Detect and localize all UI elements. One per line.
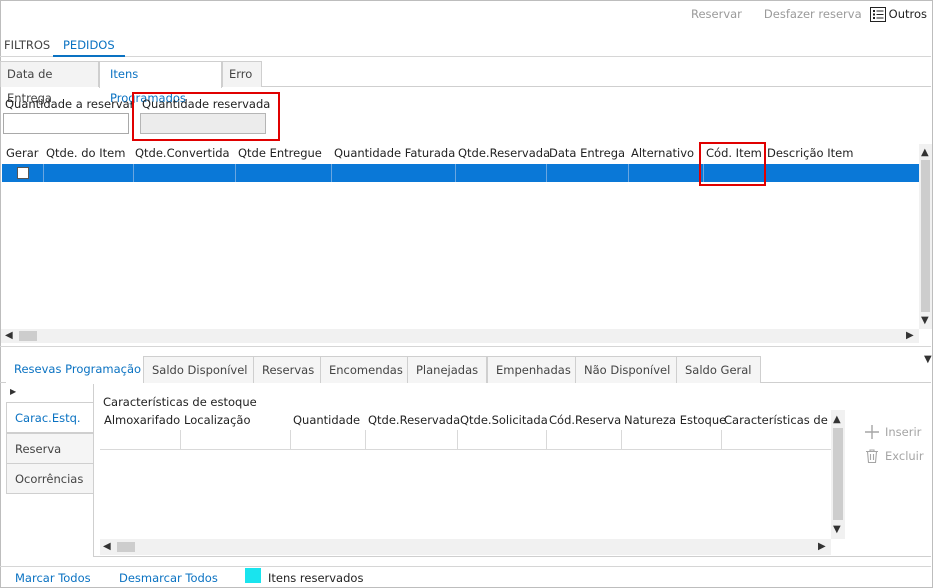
scroll-left-arrow-icon[interactable]: ◀ [103, 541, 111, 553]
tab-saldo-disponivel[interactable]: Saldo Disponível [143, 356, 257, 383]
scroll-right-arrow-icon[interactable]: ▶ [906, 330, 914, 342]
scroll-right-arrow-icon[interactable]: ▶ [818, 541, 826, 553]
col-cod-reserva[interactable]: Cód.Reserva [549, 413, 621, 427]
sub-tab-bar: Data de Entrega Itens Programados Erro [0, 61, 931, 105]
col-caracteristicas[interactable]: Características de E [724, 413, 828, 427]
col-gerar[interactable]: Gerar [6, 146, 39, 160]
section-divider [0, 346, 931, 347]
scroll-down-arrow-icon[interactable]: ▼ [833, 524, 841, 536]
tab-reserva[interactable]: Reserva [6, 433, 94, 464]
cell-divider [43, 164, 44, 182]
grid-header: Gerar Qtde. do Item Qtde.Convertida Qtde… [1, 144, 919, 164]
toolbar: Reservar Desfazer reserva Outros [669, 4, 927, 24]
tab-filtros[interactable]: FILTROS [4, 37, 50, 57]
scroll-down-arrow-icon[interactable]: ▼ [921, 315, 929, 327]
highlight-box-cod-item [699, 142, 766, 186]
scroll-up-arrow-icon[interactable]: ▲ [921, 147, 929, 159]
col-qtde-reservada[interactable]: Qtde.Reservada [368, 413, 460, 427]
reservar-button[interactable]: Reservar [691, 7, 742, 21]
inserir-button[interactable]: Inserir [864, 422, 924, 442]
cell-divider [133, 164, 134, 182]
col-qtde-solicitada[interactable]: Qtde.Solicitada [460, 413, 548, 427]
col-quantidade-faturada[interactable]: Quantidade Faturada [334, 146, 455, 160]
grid2-title: Características de estoque [103, 395, 257, 409]
cell-divider [365, 430, 366, 449]
tab-ocorrencias[interactable]: Ocorrências [6, 463, 94, 494]
tab-nao-disponivel[interactable]: Não Disponível [575, 356, 680, 383]
col-almoxarifado[interactable]: Almoxarifado [104, 413, 180, 427]
plus-icon [865, 425, 879, 439]
cell-divider [546, 164, 547, 182]
scroll-thumb[interactable] [833, 428, 843, 520]
cell-divider [290, 430, 291, 449]
tab-carac-estq[interactable]: Carac.Estq. [6, 402, 94, 433]
legend-swatch [245, 568, 261, 583]
grid2-horizontal-scrollbar[interactable]: ◀ ▶ [100, 539, 831, 555]
tab-reservas[interactable]: Reservas [253, 356, 324, 383]
cell-divider [721, 430, 722, 449]
side-actions: Inserir Excluir [864, 422, 924, 470]
col-natureza-estoque[interactable]: Natureza Estoque [624, 413, 726, 427]
highlight-box-qtd-reservada [132, 92, 280, 141]
row-divider [100, 449, 831, 450]
desfazer-reserva-button[interactable]: Desfazer reserva [764, 7, 862, 21]
itens-programados-grid: Gerar Qtde. do Item Qtde.Convertida Qtde… [1, 144, 919, 329]
inserir-label: Inserir [885, 425, 922, 439]
tab-planejadas[interactable]: Planejadas [407, 356, 488, 383]
outros-button[interactable]: Outros [869, 6, 927, 22]
col-quantidade[interactable]: Quantidade [293, 413, 360, 427]
tab-empenhadas[interactable]: Empenhadas [487, 356, 580, 383]
desmarcar-todos-link[interactable]: Desmarcar Todos [119, 571, 218, 585]
scroll-thumb[interactable] [19, 331, 37, 341]
top-tab-bar: FILTROS PEDIDOS [0, 34, 931, 57]
qtd-reservar-input[interactable] [3, 113, 129, 134]
col-qtde-reservada[interactable]: Qtde.Reservada [458, 146, 550, 160]
col-alternativo[interactable]: Alternativo [631, 146, 694, 160]
grid2-vertical-scrollbar[interactable]: ▲ ▼ [831, 410, 845, 539]
cell-divider [455, 164, 456, 182]
col-qtde-entregue[interactable]: Qtde Entregue [238, 146, 322, 160]
list-icon [869, 6, 886, 22]
excluir-label: Excluir [885, 449, 924, 463]
col-qtde-convertida[interactable]: Qtde.Convertida [135, 146, 230, 160]
marcar-todos-link[interactable]: Marcar Todos [15, 571, 91, 585]
footer: Marcar Todos Desmarcar Todos Itens reser… [0, 566, 931, 586]
col-qtde-item[interactable]: Qtde. do Item [46, 146, 125, 160]
tab-encomendas[interactable]: Encomendas [320, 356, 412, 383]
bottom-tab-bar: Resevas Programação Saldo Disponível Res… [0, 356, 931, 384]
tab-saldo-geral[interactable]: Saldo Geral [676, 356, 761, 383]
scroll-thumb[interactable] [117, 542, 135, 552]
grid-vertical-scrollbar[interactable]: ▲ ▼ [919, 144, 932, 329]
col-data-entrega[interactable]: Data Entrega [549, 146, 625, 160]
legend-label: Itens reservados [268, 571, 364, 585]
tab-data-de-entrega[interactable]: Data de Entrega [0, 61, 99, 105]
tab-itens-programados[interactable]: Itens Programados [99, 61, 222, 105]
caracteristicas-grid: Almoxarifado Localização Quantidade Qtde… [100, 410, 831, 539]
scroll-thumb[interactable] [921, 160, 930, 312]
grid-horizontal-scrollbar[interactable]: ◀ ▶ [1, 329, 919, 343]
cell-divider [180, 430, 181, 449]
cell-divider [235, 164, 236, 182]
table-row-selected[interactable] [2, 164, 919, 182]
trash-icon [866, 449, 878, 464]
excluir-button[interactable]: Excluir [864, 446, 924, 466]
qtd-reservar-label: Quantidade a reservar [5, 97, 135, 111]
cell-divider [546, 430, 547, 449]
tab-resevas-programacao[interactable]: Resevas Programação [6, 356, 150, 384]
scroll-left-arrow-icon[interactable]: ◀ [5, 330, 13, 342]
cell-divider [457, 430, 458, 449]
scroll-up-arrow-icon[interactable]: ▲ [833, 414, 841, 426]
cell-divider [628, 164, 629, 182]
cell-divider [621, 430, 622, 449]
col-descricao-item[interactable]: Descrição Item [767, 146, 853, 160]
cell-divider [331, 164, 332, 182]
side-tab-panel: Carac.Estq. Reserva Ocorrências [6, 384, 94, 556]
outros-label: Outros [888, 7, 927, 21]
tab-pedidos[interactable]: PEDIDOS [53, 37, 125, 57]
tab-erro[interactable]: Erro [222, 61, 262, 87]
gerar-checkbox[interactable] [17, 167, 29, 179]
col-localizacao[interactable]: Localização [184, 413, 251, 427]
